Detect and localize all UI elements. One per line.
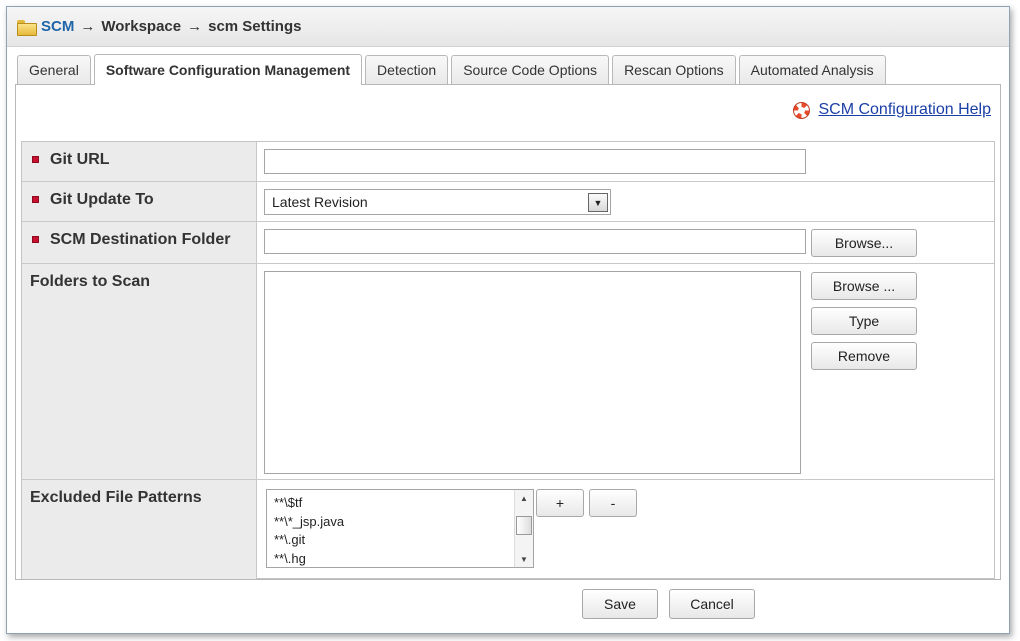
tab-detection[interactable]: Detection <box>365 55 449 84</box>
scm-destination-label-cell: SCM Destination Folder <box>22 222 257 263</box>
chevron-down-icon[interactable]: ▼ <box>588 193 608 212</box>
required-marker-icon <box>32 156 39 163</box>
tab-software-configuration-management[interactable]: Software Configuration Management <box>93 54 363 85</box>
breadcrumb-arrow-icon: → <box>80 18 96 35</box>
scm-destination-field-cell: Browse... <box>257 222 994 263</box>
excluded-patterns-label: Excluded File Patterns <box>30 489 202 506</box>
tab-bar: General Software Configuration Managemen… <box>17 54 889 85</box>
remove-pattern-button[interactable]: - <box>589 489 637 517</box>
folders-to-scan-field-cell: Browse ... Type Remove <box>257 264 994 479</box>
tab-source-code-options[interactable]: Source Code Options <box>451 55 610 84</box>
listbox-scrollbar[interactable]: ▲ ▼ <box>514 490 533 567</box>
lifebuoy-icon <box>793 101 811 119</box>
required-marker-icon <box>32 196 39 203</box>
scroll-down-icon[interactable]: ▼ <box>515 551 533 567</box>
breadcrumb-scm[interactable]: SCM <box>41 18 74 35</box>
list-item[interactable]: **\.git <box>274 531 344 550</box>
excluded-patterns-field-cell: **\$tf **\*_jsp.java **\.git **\.hg ▲ ▼ … <box>257 480 994 579</box>
git-update-field-cell: Latest Revision ▼ <box>257 182 994 221</box>
folders-to-scan-list[interactable] <box>264 271 801 474</box>
scroll-up-icon[interactable]: ▲ <box>515 490 533 506</box>
scm-settings-panel: SCM Configuration Help Git URL Git Updat… <box>15 84 1001 580</box>
git-url-label: Git URL <box>50 151 110 168</box>
tab-automated-analysis[interactable]: Automated Analysis <box>738 55 886 84</box>
folders-browse-button[interactable]: Browse ... <box>811 272 917 300</box>
scm-destination-input[interactable] <box>264 229 806 254</box>
git-url-input[interactable] <box>264 149 806 174</box>
excluded-patterns-row: Excluded File Patterns **\$tf **\*_jsp.j… <box>22 480 994 579</box>
scm-destination-row: SCM Destination Folder Browse... <box>22 222 994 264</box>
scm-help: SCM Configuration Help <box>793 101 991 119</box>
git-url-row: Git URL <box>22 142 994 182</box>
scm-configuration-help-link[interactable]: SCM Configuration Help <box>818 101 991 119</box>
tab-rescan-options[interactable]: Rescan Options <box>612 55 736 84</box>
folders-to-scan-label-cell: Folders to Scan <box>22 264 257 479</box>
scm-form: Git URL Git Update To Latest Revision ▼ <box>21 141 995 579</box>
git-url-label-cell: Git URL <box>22 142 257 181</box>
scm-destination-label: SCM Destination Folder <box>50 231 231 248</box>
folders-to-scan-label: Folders to Scan <box>30 273 151 290</box>
excluded-patterns-items: **\$tf **\*_jsp.java **\.git **\.hg <box>274 494 344 568</box>
breadcrumb-workspace[interactable]: Workspace <box>101 18 181 35</box>
settings-window: SCM → Workspace → scm Settings General S… <box>6 6 1010 634</box>
breadcrumb: SCM → Workspace → scm Settings <box>7 7 1009 47</box>
breadcrumb-current: scm Settings <box>208 18 302 35</box>
excluded-patterns-label-cell: Excluded File Patterns <box>22 480 257 579</box>
list-item[interactable]: **\*_jsp.java <box>274 513 344 532</box>
folder-icon <box>17 19 37 36</box>
excluded-patterns-listbox[interactable]: **\$tf **\*_jsp.java **\.git **\.hg ▲ ▼ <box>266 489 534 568</box>
git-update-label: Git Update To <box>50 191 154 208</box>
destination-browse-button[interactable]: Browse... <box>811 229 917 257</box>
git-url-field-cell <box>257 142 994 181</box>
git-update-selected-value: Latest Revision <box>272 194 368 210</box>
git-update-row: Git Update To Latest Revision ▼ <box>22 182 994 222</box>
git-update-label-cell: Git Update To <box>22 182 257 221</box>
breadcrumb-arrow-icon: → <box>187 18 203 35</box>
tab-general[interactable]: General <box>17 55 91 84</box>
add-pattern-button[interactable]: + <box>536 489 584 517</box>
list-item[interactable]: **\.hg <box>274 550 344 568</box>
folders-type-button[interactable]: Type <box>811 307 917 335</box>
folders-to-scan-row: Folders to Scan Browse ... Type Remove <box>22 264 994 480</box>
scroll-thumb[interactable] <box>516 516 532 535</box>
cancel-button[interactable]: Cancel <box>669 589 755 619</box>
git-update-select[interactable]: Latest Revision ▼ <box>264 189 611 215</box>
list-item[interactable]: **\$tf <box>274 494 344 513</box>
save-button[interactable]: Save <box>582 589 658 619</box>
folders-remove-button[interactable]: Remove <box>811 342 917 370</box>
required-marker-icon <box>32 236 39 243</box>
